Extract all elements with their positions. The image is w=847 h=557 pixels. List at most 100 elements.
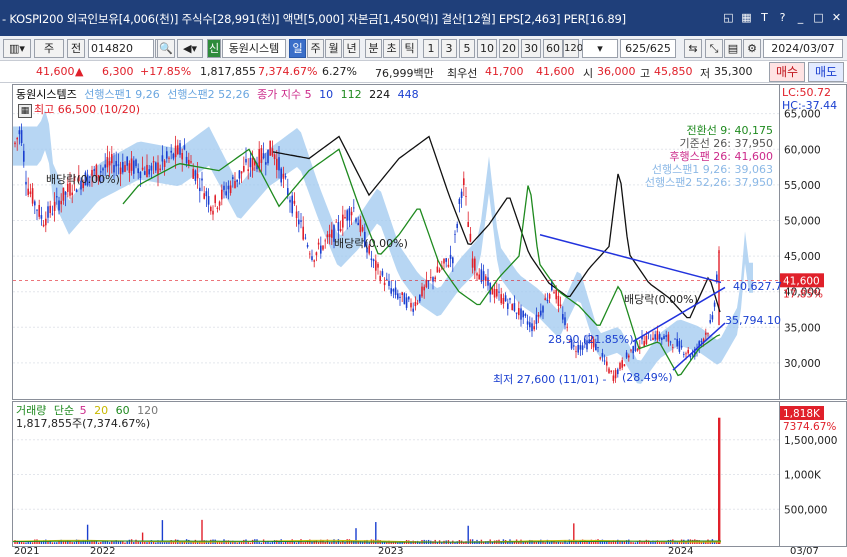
- dividend-note-2: 배당락(0.00%): [334, 237, 408, 250]
- candle-body: [339, 228, 342, 232]
- window-title: - KOSPI200 외국인보유[4,006(천)] 주식수[28,991(천)…: [2, 12, 626, 26]
- candle-body: [194, 170, 197, 181]
- candle-body: [667, 334, 670, 342]
- candle-body: [390, 288, 392, 294]
- stock-code-input[interactable]: 014820: [88, 39, 154, 58]
- volume-bar: [302, 542, 304, 544]
- text-icon[interactable]: T: [758, 11, 771, 24]
- low-note: 최저 27,600 (11/01) -: [493, 373, 607, 386]
- close-icon[interactable]: ✕: [830, 11, 843, 24]
- interval-30-button[interactable]: 30: [521, 39, 541, 58]
- chart-type-icon[interactable]: ▥▾: [3, 39, 31, 58]
- period-week-button[interactable]: 주: [307, 39, 324, 58]
- candle-body: [526, 321, 529, 325]
- candle-body: [707, 333, 709, 335]
- buy-button[interactable]: 매수: [769, 62, 805, 82]
- maximize-icon[interactable]: □: [812, 11, 825, 24]
- candle-body: [51, 213, 54, 215]
- candle-body: [25, 181, 27, 185]
- volume-value: 1,817,855: [200, 65, 256, 78]
- candle-body: [361, 227, 364, 231]
- candle-body: [507, 303, 509, 309]
- candle-body: [678, 341, 681, 352]
- period-min-button[interactable]: 분: [365, 39, 382, 58]
- candle-body: [557, 295, 560, 306]
- interval-120-button[interactable]: 120: [563, 39, 583, 58]
- calendar-icon[interactable]: ▦: [18, 104, 32, 118]
- interval-custom-select[interactable]: ▾: [582, 39, 618, 58]
- up-arrow-icon: ▲: [75, 65, 84, 78]
- candle-body: [119, 167, 122, 175]
- settings-gear-icon[interactable]: ⚙: [743, 39, 761, 58]
- candle-body: [438, 269, 441, 272]
- save-icon[interactable]: ▤: [724, 39, 742, 58]
- period-tick-button[interactable]: 틱: [401, 39, 418, 58]
- candle-body: [460, 191, 463, 199]
- grid-icon[interactable]: ▦: [740, 11, 753, 24]
- candle-body: [680, 345, 683, 348]
- period-sec-button[interactable]: 초: [383, 39, 400, 58]
- candle-body: [658, 334, 661, 340]
- candle-body: [337, 222, 340, 231]
- period-year-button[interactable]: 년: [343, 39, 360, 58]
- candle-body: [632, 346, 634, 354]
- candle-body: [137, 168, 139, 174]
- search-icon[interactable]: 🔍: [157, 39, 175, 58]
- candle-body: [227, 185, 230, 190]
- candle-body: [410, 302, 412, 308]
- candle-body: [496, 289, 498, 297]
- volume-bar: [632, 542, 634, 544]
- candle-body: [320, 245, 322, 254]
- date-input[interactable]: 2024/03/07: [763, 39, 843, 58]
- period-month-button[interactable]: 월: [325, 39, 342, 58]
- minimize-icon[interactable]: _: [794, 11, 807, 24]
- candle-body: [599, 357, 601, 359]
- volume-bar: [31, 542, 34, 544]
- volume-bar: [436, 542, 439, 544]
- interval-20-button[interactable]: 20: [499, 39, 519, 58]
- help-icon[interactable]: ?: [776, 11, 789, 24]
- candle-body: [64, 192, 67, 195]
- period-day-button[interactable]: 일: [289, 39, 306, 58]
- lc-label: LC:50.72: [782, 86, 832, 99]
- prev-button[interactable]: 전: [67, 39, 85, 58]
- candle-body: [150, 165, 153, 171]
- interval-60-button[interactable]: 60: [543, 39, 563, 58]
- candle-body: [634, 341, 637, 351]
- candle-body: [535, 314, 538, 324]
- candle-body: [179, 143, 181, 155]
- candle-body: [291, 195, 293, 214]
- volume-bar: [161, 520, 164, 544]
- speaker-icon[interactable]: ◀▾: [177, 39, 203, 58]
- candle-body: [172, 153, 175, 159]
- scroll-icon[interactable]: ⇆: [684, 39, 702, 58]
- restore-icon[interactable]: ◱: [722, 11, 735, 24]
- sell-button[interactable]: 매도: [808, 62, 844, 82]
- volume-bar: [265, 541, 267, 544]
- trade-amount: 76,999백만: [375, 67, 434, 80]
- volume-bar: [573, 523, 575, 544]
- candle-body: [232, 177, 234, 179]
- candle-body: [542, 306, 544, 313]
- volume-bar: [23, 542, 25, 544]
- zoom-icon[interactable]: ⤡: [705, 39, 723, 58]
- interval-1-button[interactable]: 1: [423, 39, 439, 58]
- ichimoku-span1: 선행스팬1 9,26: 39,063: [651, 163, 773, 176]
- chart-toolbar: ▥▾ 주 전 014820 ▾ 🔍 ◀▾ 신 동원시스템 일 주 월 년 분 초…: [0, 36, 847, 61]
- interval-3-button[interactable]: 3: [441, 39, 457, 58]
- volume-bar: [645, 539, 648, 544]
- interval-5-button[interactable]: 5: [459, 39, 475, 58]
- candle-body: [207, 196, 210, 205]
- market-type-select[interactable]: 주: [34, 39, 64, 58]
- volume-bar: [236, 542, 238, 544]
- candle-body: [122, 162, 124, 173]
- best-bid-label: 최우선: [447, 67, 478, 80]
- volume-bar: [548, 542, 551, 544]
- volume-bar: [368, 542, 370, 544]
- candle-body: [214, 195, 216, 204]
- interval-10-button[interactable]: 10: [477, 39, 497, 58]
- candle-body: [608, 368, 610, 374]
- candle-body: [324, 240, 326, 242]
- high-label: 고: [640, 67, 651, 80]
- volume-bar: [542, 540, 544, 544]
